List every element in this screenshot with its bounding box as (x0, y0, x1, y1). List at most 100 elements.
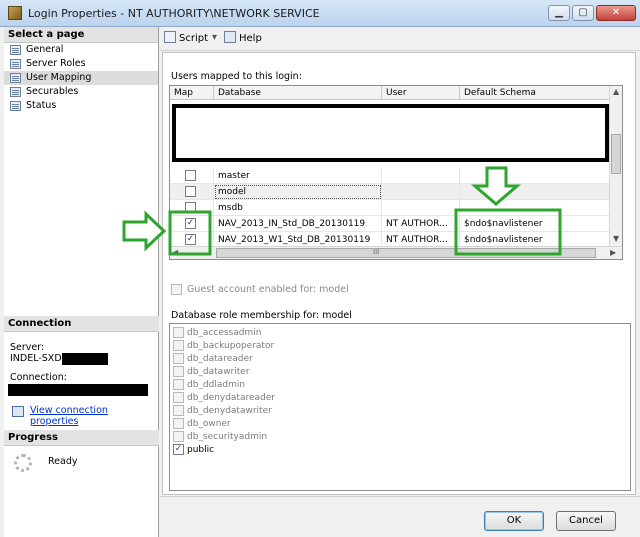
table-row[interactable]: master (170, 168, 610, 184)
role-checkbox[interactable] (173, 392, 184, 403)
page-icon (10, 87, 21, 97)
role-label: db_datawriter (187, 367, 250, 377)
users-mapped-label: Users mapped to this login: (171, 71, 302, 82)
progress-status-row: Ready (4, 446, 159, 476)
cancel-button[interactable]: Cancel (556, 511, 616, 531)
map-checkbox[interactable] (185, 186, 196, 197)
nav-item-label: User Mapping (26, 72, 92, 83)
script-dropdown-icon[interactable]: ▾ (212, 32, 220, 43)
page-icon (10, 73, 21, 83)
role-item[interactable]: db_datawriter (173, 366, 250, 378)
role-item[interactable]: ✓ public (173, 444, 214, 456)
role-item[interactable]: db_datareader (173, 353, 253, 365)
role-label: db_denydatawriter (187, 406, 272, 416)
help-button[interactable]: Help (224, 31, 262, 47)
default-schema-cell[interactable]: $ndo$navlistener (460, 216, 610, 232)
role-item[interactable]: db_securityadmin (173, 431, 267, 443)
map-checkbox[interactable] (185, 202, 196, 213)
nav-item-general[interactable]: General (4, 43, 158, 57)
role-item[interactable]: db_accessadmin (173, 327, 261, 339)
role-membership-label: Database role membership for: model (171, 310, 352, 321)
scroll-right-arrow[interactable]: ▶ (610, 248, 616, 257)
login-properties-icon (8, 6, 22, 20)
map-cell (170, 168, 214, 184)
column-map[interactable]: Map (170, 86, 214, 100)
nav-item-user-mapping[interactable]: User Mapping (4, 71, 158, 85)
role-checkbox[interactable] (173, 366, 184, 377)
horizontal-scroll-thumb[interactable]: III (216, 248, 596, 258)
nav-item-status[interactable]: Status (4, 99, 158, 113)
view-connection-properties-link[interactable]: View connection properties (30, 405, 108, 427)
table-row[interactable]: msdb (170, 200, 610, 216)
column-user[interactable]: User (382, 86, 460, 100)
role-checkbox[interactable] (173, 327, 184, 338)
scroll-left-arrow[interactable]: ◀ (172, 248, 178, 257)
script-button[interactable]: Script (164, 31, 208, 47)
connection-header: Connection (4, 316, 159, 332)
progress-section: Progress Ready (4, 430, 159, 476)
progress-spinner-icon (14, 454, 32, 472)
user-cell[interactable] (382, 168, 460, 184)
toolbar: Script ▾ Help (160, 27, 640, 51)
map-cell (170, 200, 214, 216)
connection-label: Connection: (10, 372, 67, 383)
role-checkbox[interactable] (173, 379, 184, 390)
role-label: db_backupoperator (187, 341, 275, 351)
map-checkbox[interactable] (185, 170, 196, 181)
left-pane: Select a page General Server Roles User Ma… (4, 27, 159, 537)
role-item[interactable]: db_backupoperator (173, 340, 274, 352)
role-checkbox[interactable] (173, 405, 184, 416)
scroll-up-arrow[interactable]: ▲ (613, 87, 619, 96)
role-label: public (187, 445, 215, 455)
database-cell[interactable]: NAV_2013_IN_Std_DB_20130119 (214, 216, 382, 232)
database-cell[interactable]: model (214, 184, 382, 200)
default-schema-cell[interactable] (460, 184, 610, 200)
minimize-button[interactable]: ▁ (548, 5, 570, 21)
connection-redaction (8, 384, 148, 396)
user-cell[interactable] (382, 200, 460, 216)
map-checkbox[interactable]: ✓ (185, 218, 196, 229)
role-item[interactable]: db_denydatareader (173, 392, 275, 404)
column-database[interactable]: Database (214, 86, 382, 100)
database-cell[interactable]: master (214, 168, 382, 184)
column-default-schema[interactable]: Default Schema (460, 86, 610, 100)
map-checkbox[interactable]: ✓ (185, 234, 196, 245)
maximize-button[interactable]: ▢ (572, 5, 594, 21)
server-value: INDEL-SXD (4, 353, 159, 365)
grid-vertical-scrollbar[interactable]: ▲ ▼ (609, 86, 622, 247)
view-connection-row: View connection properties (4, 405, 159, 427)
scroll-down-arrow[interactable]: ▼ (613, 234, 619, 243)
page-icon (10, 101, 21, 111)
nav-item-securables[interactable]: Securables (4, 85, 158, 99)
role-membership-list[interactable]: db_accessadmin db_backupoperator db_datare… (169, 323, 631, 491)
role-checkbox[interactable] (173, 340, 184, 351)
default-schema-cell[interactable] (460, 168, 610, 184)
user-mapping-panel: Users mapped to this login: Map Database… (162, 52, 636, 495)
user-cell[interactable] (382, 184, 460, 200)
role-label: db_denydatareader (187, 393, 275, 403)
vertical-scroll-thumb[interactable] (611, 134, 621, 174)
guest-account-label: Guest account enabled for: model (187, 284, 349, 295)
page-icon (10, 45, 21, 55)
role-item[interactable]: db_owner (173, 418, 231, 430)
table-row[interactable]: model (170, 184, 610, 200)
default-schema-cell[interactable] (460, 200, 610, 216)
role-checkbox[interactable] (173, 418, 184, 429)
role-item[interactable]: db_denydatawriter (173, 405, 272, 417)
nav-item-server-roles[interactable]: Server Roles (4, 57, 158, 71)
user-cell[interactable]: NT AUTHOR... (382, 216, 460, 232)
grid-horizontal-scrollbar[interactable]: ◀ III ▶ (170, 246, 622, 259)
role-checkbox[interactable] (173, 353, 184, 364)
user-mapping-grid[interactable]: Map Database User Default Schema master m… (169, 85, 623, 260)
script-label: Script (179, 33, 209, 44)
guest-account-checkbox[interactable] (171, 284, 182, 295)
ok-button[interactable]: OK (484, 511, 544, 531)
table-row[interactable]: ✓ NAV_2013_IN_Std_DB_20130119 NT AUTHOR...… (170, 216, 610, 232)
role-checkbox[interactable] (173, 431, 184, 442)
role-checkbox[interactable]: ✓ (173, 444, 184, 455)
connection-section: Connection Server: INDEL-SXD Connection:… (4, 316, 159, 427)
role-item[interactable]: db_ddladmin (173, 379, 245, 391)
nav-item-label: General (26, 44, 64, 55)
database-cell[interactable]: msdb (214, 200, 382, 216)
close-button[interactable]: ✕ (596, 5, 636, 21)
